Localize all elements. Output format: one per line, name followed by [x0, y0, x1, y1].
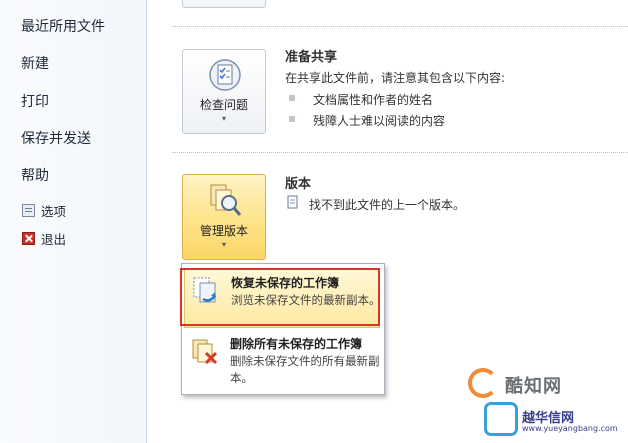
bullet-icon [289, 95, 295, 101]
menu-item-delete-title: 删除所有未保存的工作簿 [230, 337, 363, 351]
delete-workbooks-icon [192, 339, 218, 365]
menu-item-recover-desc: 浏览未保存文件的最新副本。 [231, 293, 381, 307]
check-issues-button[interactable]: 检查问题 ▾ [182, 49, 266, 134]
document-icon [287, 195, 298, 209]
exit-icon [22, 232, 35, 245]
versions-title: 版本 [285, 177, 312, 192]
versions-icon [210, 184, 242, 216]
inspect-document-icon [209, 59, 241, 91]
prepare-bullet-2: 残障人士难以阅读的内容 [313, 114, 446, 128]
nav-new[interactable]: 新建 [21, 53, 49, 73]
menu-item-delete[interactable]: 删除所有未保存的工作簿 删除未保存文件的所有最新副本。 [184, 330, 380, 390]
manage-versions-button[interactable]: 管理版本 ▾ [182, 174, 266, 260]
nav-recent[interactable]: 最近所用文件 [21, 16, 105, 36]
chevron-down-icon: ▾ [221, 114, 226, 123]
recover-workbook-icon [193, 277, 216, 303]
prepare-bullet-1: 文档属性和作者的姓名 [313, 93, 434, 107]
nav-exit-label: 退出 [41, 232, 67, 247]
nav-print[interactable]: 打印 [21, 91, 49, 111]
versions-note: 找不到此文件的上一个版本。 [309, 198, 466, 212]
top-partial-button[interactable] [182, 0, 266, 8]
nav-exit[interactable]: 退出 [22, 229, 66, 248]
menu-item-delete-desc: 删除未保存文件的所有最新副本。 [230, 354, 380, 385]
manage-versions-label: 管理版本 [199, 224, 248, 238]
divider [172, 152, 628, 153]
watermark-logo-icon [484, 402, 518, 436]
menu-item-recover[interactable]: 恢复未保存的工作簿 浏览未保存文件的最新副本。 [184, 268, 381, 328]
backstage-nav: 最近所用文件 新建 打印 保存并发送 帮助 选项 退出 [0, 0, 147, 443]
prepare-title: 准备共享 [285, 50, 338, 65]
nav-help[interactable]: 帮助 [21, 165, 49, 185]
options-icon [22, 204, 35, 217]
chevron-down-icon: ▾ [221, 240, 226, 249]
menu-item-recover-title: 恢复未保存的工作簿 [231, 276, 340, 290]
watermark-logo-icon [468, 368, 498, 398]
prepare-intro: 在共享此文件前，请注意其包含以下内容: [285, 71, 506, 85]
nav-save-send[interactable]: 保存并发送 [21, 128, 91, 148]
divider [172, 26, 628, 27]
nav-options-label: 选项 [41, 204, 67, 219]
watermark-url: www.yueyangbang.com [522, 424, 618, 433]
watermark-text: 酷知网 [505, 376, 562, 397]
manage-versions-menu: 恢复未保存的工作簿 浏览未保存文件的最新副本。 删除所有未保存的工作簿 删除未保… [181, 263, 385, 395]
nav-options[interactable]: 选项 [22, 201, 66, 220]
check-issues-label: 检查问题 [199, 98, 248, 112]
bullet-icon [289, 116, 295, 122]
